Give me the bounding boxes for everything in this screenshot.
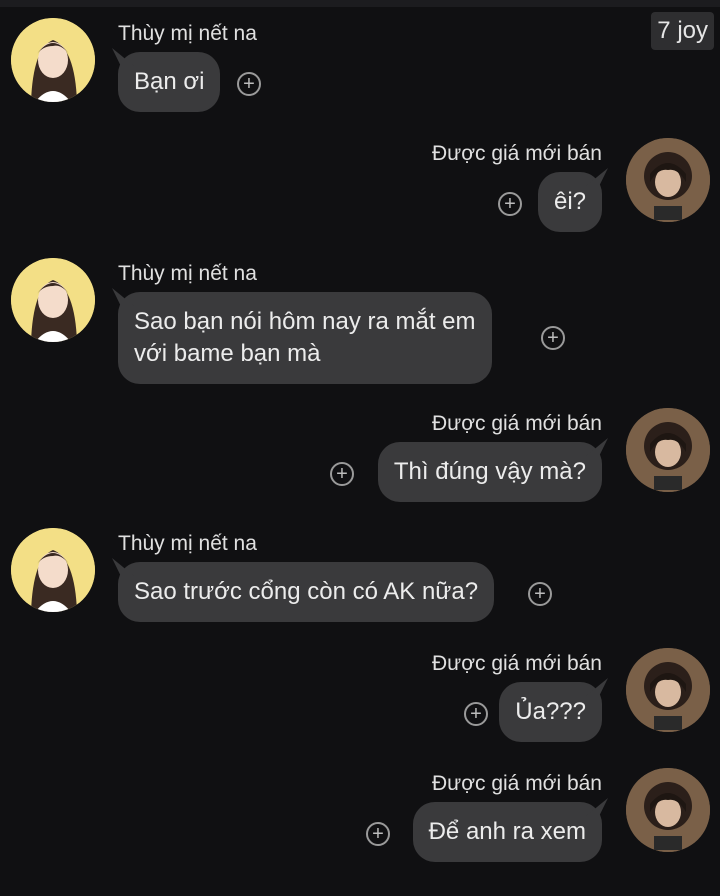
avatar[interactable] (626, 648, 710, 732)
status-bar (0, 0, 720, 7)
message-row: Được giá mới bán Thì đúng vậy mà? + (0, 408, 720, 508)
sender-name: Được giá mới bán (432, 652, 602, 675)
message-bubble[interactable]: Bạn ơi (118, 52, 221, 112)
message-row: Thùy mị nết na Sao bạn nói hôm nay ra mắ… (0, 258, 720, 388)
plus-circle-icon[interactable]: + (498, 192, 522, 216)
plus-circle-icon[interactable]: + (528, 582, 552, 606)
avatar[interactable] (11, 528, 95, 612)
message-bubble[interactable]: êi? (537, 172, 602, 232)
message-row: Được giá mới bán êi? + (0, 138, 720, 238)
message-bubble[interactable]: Thì đúng vậy mà? (377, 442, 602, 502)
sender-name: Thùy mị nết na (118, 22, 257, 45)
plus-circle-icon[interactable]: + (330, 462, 354, 486)
message-bubble[interactable]: Sao bạn nói hôm nay ra mắt em với bame b… (118, 292, 492, 384)
message-bubble[interactable]: Ủa??? (499, 682, 602, 742)
avatar[interactable] (11, 18, 95, 102)
avatar[interactable] (11, 258, 95, 342)
message-bubble[interactable]: Sao trước cổng còn có AK nữa? (118, 562, 495, 622)
sender-name: Thùy mị nết na (118, 262, 257, 285)
message-row: Được giá mới bán Để anh ra xem + (0, 768, 720, 868)
sender-name: Được giá mới bán (432, 142, 602, 165)
plus-circle-icon[interactable]: + (541, 326, 565, 350)
sender-name: Thùy mị nết na (118, 532, 257, 555)
plus-circle-icon[interactable]: + (237, 72, 261, 96)
sender-name: Được giá mới bán (432, 412, 602, 435)
message-row: Thùy mị nết na Bạn ơi + (0, 18, 720, 118)
message-row: Thùy mị nết na Sao trước cổng còn có AK … (0, 528, 720, 628)
avatar[interactable] (626, 768, 710, 852)
avatar[interactable] (626, 138, 710, 222)
message-bubble[interactable]: Để anh ra xem (412, 802, 602, 862)
avatar[interactable] (626, 408, 710, 492)
message-row: Được giá mới bán Ủa??? + (0, 648, 720, 748)
plus-circle-icon[interactable]: + (464, 702, 488, 726)
sender-name: Được giá mới bán (432, 772, 602, 795)
plus-circle-icon[interactable]: + (366, 822, 390, 846)
